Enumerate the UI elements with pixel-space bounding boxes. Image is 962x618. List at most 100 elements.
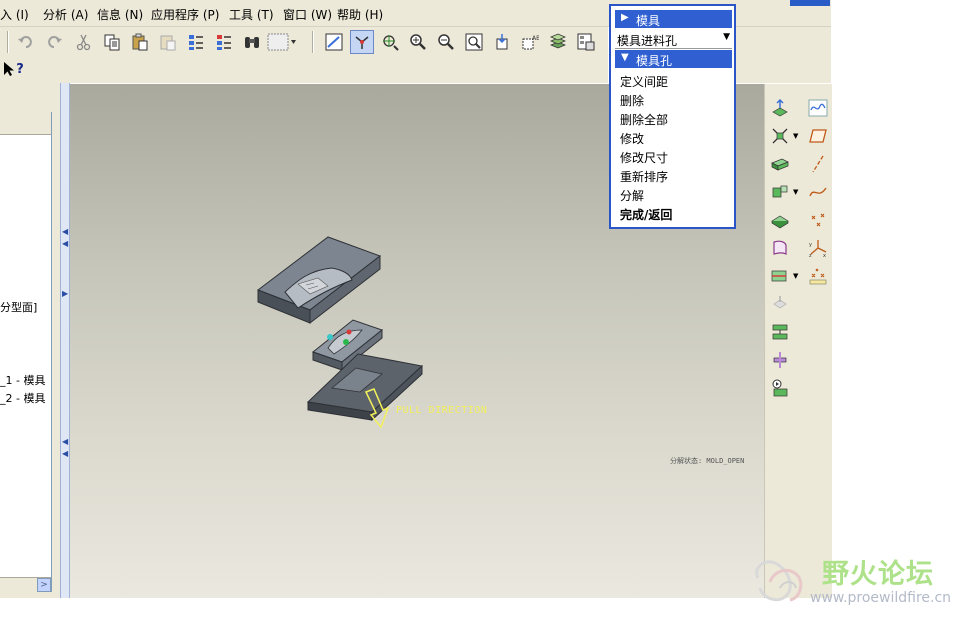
selection-filter-dropdown[interactable] (267, 31, 297, 53)
menu-tools[interactable]: 工具 (T) (229, 6, 274, 23)
svg-text:z: z (809, 253, 812, 258)
redo-button[interactable] (43, 31, 65, 53)
svg-text:y: y (809, 242, 812, 248)
zoom-out-button[interactable] (435, 31, 457, 53)
cavity-upper-plate[interactable] (256, 236, 382, 325)
menu-item-done-return[interactable]: 完成/返回 (620, 206, 672, 223)
collapse-left-icon[interactable]: ◀ (62, 450, 68, 458)
model-tree-header (0, 112, 51, 135)
menu-window[interactable]: 窗口 (W) (283, 6, 332, 23)
tree-item-parting-surface[interactable]: 分型面] (0, 299, 37, 315)
regenerate-button[interactable] (185, 31, 207, 53)
menu-item-modify-dimension[interactable]: 修改尺寸 (620, 149, 668, 166)
menu-item-delete-all[interactable]: 删除全部 (620, 111, 668, 128)
coordinate-system-icon: yz x (809, 240, 827, 258)
mold-opening-button[interactable] (767, 348, 793, 372)
cut-button[interactable] (73, 31, 95, 53)
menu-manager: ▶ 模具 模具进料孔 ▼ ▼ 模具孔 定义间距 删除 删除全部 修改 修改尺寸 … (609, 4, 736, 229)
copy-icon (104, 34, 120, 51)
menu-mode-dropdown[interactable]: 模具进料孔 ▼ (615, 30, 732, 49)
paste-button[interactable] (129, 31, 151, 53)
copy-button[interactable] (101, 31, 123, 53)
undo-button[interactable] (15, 31, 37, 53)
repaint-button[interactable] (323, 31, 345, 53)
split-volume-icon (771, 270, 787, 282)
secondary-toolbar: ? (0, 57, 608, 83)
menu-insert[interactable]: 入 (I) (0, 6, 29, 23)
expand-right-icon[interactable]: ▶ (62, 290, 68, 298)
context-help-button[interactable]: ? (2, 58, 24, 80)
datum-curve-sketch-button[interactable] (805, 96, 831, 120)
menu-applications[interactable]: 应用程序 (P) (151, 6, 219, 23)
dropdown-arrow-icon[interactable]: ▼ (793, 272, 798, 280)
menu-item-modify[interactable]: 修改 (620, 130, 644, 147)
silhouette-curve-button[interactable] (767, 236, 793, 260)
datum-plane-button[interactable] (805, 124, 831, 148)
zoom-in-button[interactable] (407, 31, 429, 53)
mold-analysis-button[interactable] (767, 376, 793, 400)
find-button[interactable] (241, 31, 263, 53)
datum-plane-on-surface-button[interactable] (767, 96, 793, 120)
scroll-right-button[interactable]: > (37, 578, 51, 592)
dropdown-arrow-icon[interactable]: ▼ (793, 188, 798, 196)
menu-analysis[interactable]: 分析 (A) (43, 6, 88, 23)
binoculars-icon (245, 37, 259, 48)
regen-manager-button[interactable] (213, 31, 235, 53)
feature-toolbar: ▼ ▼ ▼ yz x (764, 84, 832, 598)
layers-button[interactable] (547, 31, 569, 53)
zoom-in-icon (410, 34, 426, 50)
datum-plane-icon (809, 129, 827, 143)
panel-splitter[interactable] (60, 83, 70, 598)
datum-coordinate-system-button[interactable]: yz x (805, 236, 831, 260)
collapse-left-icon[interactable]: ◀ (62, 438, 68, 446)
regenerate-icon (189, 35, 203, 50)
view-manager-button[interactable] (575, 31, 597, 53)
window-title-strip (790, 0, 830, 6)
workpiece-icon (771, 158, 789, 171)
collapse-left-icon[interactable]: ◀ (62, 228, 68, 236)
mold-analysis-icon (772, 379, 788, 397)
reorient-icon (496, 34, 508, 50)
menu-item-define-spacing[interactable]: 定义间距 (620, 73, 668, 90)
volume-block-button[interactable] (767, 180, 793, 204)
tree-item-mold-2[interactable]: _2 - 模具 (0, 390, 45, 406)
workpiece-button[interactable] (767, 152, 793, 176)
view-manager-icon (577, 33, 595, 51)
box-select-icon (267, 33, 296, 51)
collapse-left-icon[interactable]: ◀ (62, 240, 68, 248)
menu-header-mold-hole[interactable]: ▼ 模具孔 (615, 50, 732, 68)
split-volume-button[interactable] (767, 264, 793, 288)
shrinkage-icon (772, 128, 788, 144)
datum-point-button[interactable] (805, 208, 831, 232)
menu-item-explode[interactable]: 分解 (620, 187, 644, 204)
mold-component-button[interactable] (767, 320, 793, 344)
menu-item-reorder[interactable]: 重新排序 (620, 168, 668, 185)
saved-views-button[interactable]: AB (519, 31, 541, 53)
datum-analysis-button[interactable] (805, 264, 831, 288)
parting-surface-button[interactable] (767, 208, 793, 232)
shrinkage-button[interactable] (767, 124, 793, 148)
tree-item-mold-1[interactable]: _1 - 模具 (0, 372, 45, 388)
spin-center-button[interactable] (350, 30, 374, 54)
menu-info[interactable]: 信息 (N) (97, 6, 143, 23)
datum-axis-button[interactable] (805, 152, 831, 176)
triangle-down-icon: ▼ (621, 52, 629, 63)
refit-button[interactable] (463, 31, 485, 53)
orient-mode-icon (383, 35, 399, 51)
help-question-mark: ? (16, 61, 24, 77)
reorient-button[interactable] (491, 31, 513, 53)
menu-help[interactable]: 帮助 (H) (337, 6, 383, 23)
dropdown-arrow-icon[interactable]: ▼ (793, 132, 798, 140)
datum-curve-button[interactable] (805, 180, 831, 204)
undo-icon (18, 36, 32, 48)
paste-special-button[interactable] (157, 31, 179, 53)
menu-header-mold[interactable]: ▶ 模具 (615, 10, 732, 28)
model-tree[interactable]: 分型面] _1 - 模具 _2 - 模具 (0, 112, 52, 592)
datum-axis-icon (812, 155, 824, 173)
menu-item-delete[interactable]: 删除 (620, 92, 644, 109)
orient-mode-button[interactable] (379, 31, 401, 53)
paste-special-icon (160, 35, 176, 51)
extract-button[interactable] (767, 292, 793, 316)
volume-block-icon (772, 185, 788, 198)
parting-surface-icon (771, 215, 789, 229)
